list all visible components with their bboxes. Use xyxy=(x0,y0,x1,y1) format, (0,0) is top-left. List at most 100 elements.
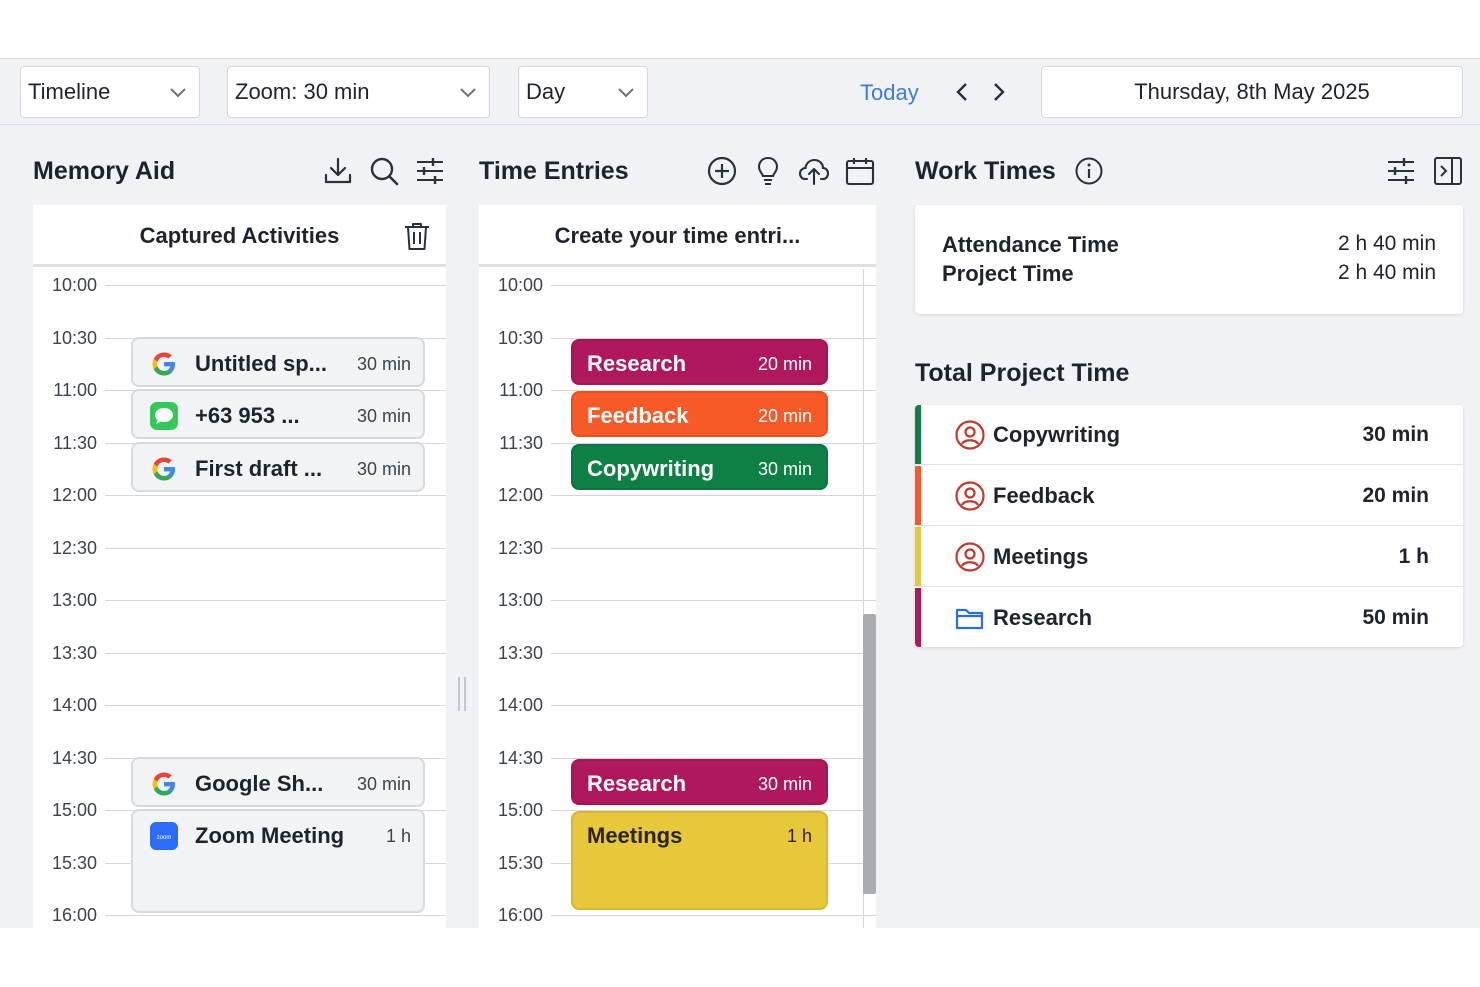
project-name: Research xyxy=(993,605,1093,630)
captured-activity[interactable]: zoom Zoom Meeting 1 h xyxy=(131,809,425,913)
time-label: 14:00 xyxy=(51,695,97,715)
lightbulb-icon[interactable] xyxy=(752,155,784,187)
toolbar: Timeline Zoom: 30 min Day Today Thursday… xyxy=(0,58,1480,125)
project-total-row[interactable]: Copywriting 30 min xyxy=(915,405,1463,465)
time-label: 13:00 xyxy=(51,590,97,610)
activity-duration: 30 min xyxy=(356,459,411,479)
time-entry-project: Research xyxy=(587,351,687,376)
collapse-panel-icon[interactable] xyxy=(1432,155,1464,187)
chevron-down-icon xyxy=(460,88,476,98)
time-entry-project: Research xyxy=(587,771,687,796)
activity-title: Untitled sp... xyxy=(195,351,327,376)
time-gridline xyxy=(551,705,876,706)
time-label: 10:00 xyxy=(51,275,97,295)
time-label: 12:30 xyxy=(51,537,97,558)
time-entry[interactable]: Feedback 20 min xyxy=(571,391,828,437)
time-gridline xyxy=(551,547,876,549)
zoom-icon: zoom xyxy=(149,821,179,851)
time-entry[interactable]: Copywriting 30 min xyxy=(571,444,828,490)
time-gridline xyxy=(551,285,876,286)
time-entry-project: Meetings xyxy=(587,823,683,848)
time-label: 13:30 xyxy=(497,642,543,663)
project-name: Feedback xyxy=(993,483,1095,508)
time-label: 12:30 xyxy=(497,537,543,558)
captured-activity[interactable]: Google Sh... 30 min xyxy=(131,757,425,807)
trash-icon[interactable] xyxy=(401,220,433,252)
date-picker[interactable]: Thursday, 8th May 2025 xyxy=(1041,66,1463,118)
time-entry[interactable]: Meetings 1 h xyxy=(571,811,828,910)
project-time-label: Project Time xyxy=(942,261,1074,286)
work-times-title: Work Times xyxy=(915,157,1056,185)
period-select-value: Day xyxy=(526,79,566,104)
project-total-row[interactable]: Feedback 20 min xyxy=(915,466,1463,526)
chevron-left-icon[interactable] xyxy=(953,81,973,103)
person-circle-icon xyxy=(954,419,986,451)
scrollbar-thumb[interactable] xyxy=(863,614,876,894)
info-icon[interactable] xyxy=(1074,156,1104,186)
folder-icon xyxy=(954,602,986,634)
time-entry-duration: 30 min xyxy=(757,774,812,794)
view-select[interactable]: Timeline xyxy=(20,66,200,118)
time-entry-duration: 20 min xyxy=(757,354,812,374)
project-total-row[interactable]: Research 50 min xyxy=(915,588,1463,647)
time-entry-duration: 30 min xyxy=(757,459,812,479)
project-name: Meetings xyxy=(993,544,1089,569)
time-label: 16:00 xyxy=(51,905,97,925)
chevron-down-icon xyxy=(618,88,634,98)
captured-activity[interactable]: Untitled sp... 30 min xyxy=(131,337,425,387)
project-total-row[interactable]: Meetings 1 h xyxy=(915,527,1463,587)
time-gridline xyxy=(551,652,876,654)
time-gridline xyxy=(105,652,446,654)
time-label: 11:00 xyxy=(53,380,97,400)
calendar-icon[interactable] xyxy=(844,155,876,187)
download-icon[interactable] xyxy=(322,155,354,187)
panel-resize-handle[interactable] xyxy=(458,677,466,711)
time-entry[interactable]: Research 20 min xyxy=(571,339,828,385)
time-entry[interactable]: Research 30 min xyxy=(571,759,828,805)
settings-sliders-icon[interactable] xyxy=(1385,155,1417,187)
chevron-down-icon xyxy=(170,88,186,98)
time-gridline xyxy=(105,547,446,549)
activity-duration: 30 min xyxy=(356,354,411,374)
today-button[interactable]: Today xyxy=(860,59,919,126)
time-slot-row: 12:30 xyxy=(33,538,446,568)
time-label: 15:30 xyxy=(51,852,97,873)
time-slot-row: 12:00 xyxy=(479,485,876,515)
time-slot-row: 12:00 xyxy=(33,485,446,515)
time-gridline xyxy=(105,705,446,706)
project-duration: 20 min xyxy=(1362,484,1429,507)
time-slot-row: 13:30 xyxy=(479,643,876,673)
google-icon xyxy=(149,769,179,799)
messages-icon xyxy=(149,401,179,431)
project-duration: 50 min xyxy=(1362,606,1429,629)
time-label: 13:30 xyxy=(51,642,97,663)
activity-duration: 30 min xyxy=(356,774,411,794)
time-label: 14:30 xyxy=(497,747,543,768)
time-gridline xyxy=(105,600,446,601)
project-totals-list: Copywriting 30 min Feedback 20 min Meetings 1… xyxy=(915,405,1463,647)
activity-title: Google Sh... xyxy=(195,771,324,796)
add-circle-icon[interactable] xyxy=(706,155,738,187)
attendance-time-value: 2 h 40 min xyxy=(1337,232,1436,255)
project-time-value: 2 h 40 min xyxy=(1337,261,1436,284)
person-circle-icon xyxy=(954,480,986,512)
captured-activity[interactable]: +63 953 ... 30 min xyxy=(131,389,425,439)
time-label: 10:30 xyxy=(497,327,543,348)
period-select[interactable]: Day xyxy=(518,66,648,118)
time-entry-duration: 1 h xyxy=(786,826,812,846)
captured-activity[interactable]: First draft ... 30 min xyxy=(131,442,425,492)
time-slot-row: 12:30 xyxy=(479,538,876,568)
time-entries-title: Time Entries xyxy=(479,157,629,185)
search-icon[interactable] xyxy=(368,155,400,187)
time-gridline xyxy=(551,495,876,496)
filter-sliders-icon[interactable] xyxy=(414,155,446,187)
chevron-right-icon[interactable] xyxy=(988,81,1008,103)
project-color-bar xyxy=(915,405,921,464)
zoom-select[interactable]: Zoom: 30 min xyxy=(227,66,490,118)
time-gridline xyxy=(551,915,876,916)
zoom-select-value: Zoom: 30 min xyxy=(235,79,370,104)
time-label: 15:00 xyxy=(51,800,97,820)
time-slot-row: 13:00 xyxy=(33,590,446,620)
cloud-upload-icon[interactable] xyxy=(798,155,830,187)
view-select-value: Timeline xyxy=(28,79,111,104)
